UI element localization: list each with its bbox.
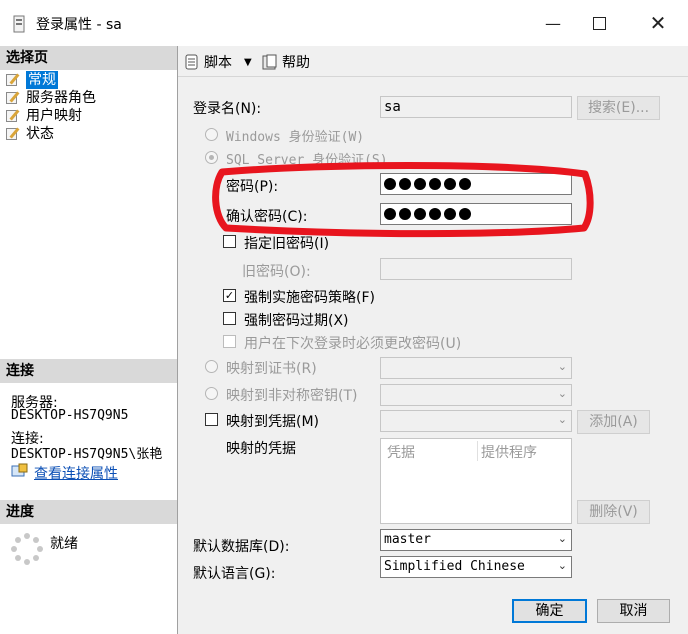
old-password-label: 旧密码(O): <box>242 264 311 280</box>
map-cert-label: 映射到证书(R) <box>226 361 317 377</box>
page-icon <box>6 91 22 105</box>
help-icon <box>262 54 277 70</box>
connection-value: DESKTOP-HS7Q9N5\张艳 <box>11 447 163 462</box>
map-credential-label: 映射到凭据(M) <box>226 414 320 430</box>
windows-auth-label: Windows 身份验证(W) <box>226 130 365 145</box>
search-button[interactable]: 搜索(E)... <box>577 96 660 120</box>
map-cert-radio[interactable] <box>205 360 218 373</box>
select-page-header: 选择页 <box>0 46 177 70</box>
connection-properties-icon <box>11 463 28 477</box>
progress-header: 进度 <box>0 500 177 524</box>
enforce-expiration-checkbox[interactable] <box>223 312 236 325</box>
enforce-policy-checkbox[interactable]: ✓ <box>223 289 236 302</box>
default-db-label: 默认数据库(D): <box>193 539 290 555</box>
window-title: 登录属性 - sa <box>36 17 122 33</box>
server-value: DESKTOP-HS7Q9N5 <box>11 408 129 423</box>
windows-auth-radio[interactable] <box>205 128 218 141</box>
login-name-input[interactable]: sa <box>380 96 572 118</box>
chevron-down-icon: ⌄ <box>557 559 567 572</box>
nav-label: 服务器角色 <box>26 90 96 106</box>
login-name-label: 登录名(N): <box>193 101 262 117</box>
remove-button[interactable]: 删除(V) <box>577 500 650 524</box>
page-icon <box>6 73 22 87</box>
red-highlight-annotation <box>212 162 594 238</box>
connection-header: 连接 <box>0 359 177 383</box>
map-asym-key-label: 映射到非对称密钥(T) <box>226 388 358 404</box>
nav-label: 用户映射 <box>26 108 82 124</box>
checkmark-icon: ✓ <box>224 289 235 302</box>
credentials-list[interactable]: 凭据 提供程序 <box>380 438 572 524</box>
asym-key-combo[interactable]: ⌄ <box>380 384 572 406</box>
credential-combo[interactable]: ⌄ <box>380 410 572 432</box>
cancel-button[interactable]: 取消 <box>597 599 670 623</box>
nav-item-user-mapping[interactable]: 用户映射 <box>6 107 82 125</box>
nav-item-general[interactable]: 常规 <box>6 71 58 89</box>
must-change-checkbox[interactable] <box>223 335 236 348</box>
column-header-provider: 提供程序 <box>481 445 537 461</box>
mapped-credentials-label: 映射的凭据 <box>226 441 296 457</box>
minimize-icon[interactable]: — <box>530 0 576 46</box>
ok-button[interactable]: 确定 <box>512 599 587 623</box>
nav-item-status[interactable]: 状态 <box>6 125 54 143</box>
chevron-down-icon: ⌄ <box>557 360 567 373</box>
toolbar <box>178 46 688 77</box>
default-lang-combo[interactable]: Simplified Chinese ⌄ <box>380 556 572 578</box>
chevron-down-icon: ⌄ <box>557 387 567 400</box>
help-button[interactable]: 帮助 <box>262 52 310 72</box>
default-lang-value: Simplified Chinese <box>384 559 525 574</box>
script-label: 脚本 <box>204 55 232 71</box>
column-divider <box>477 441 478 461</box>
map-asym-key-radio[interactable] <box>205 387 218 400</box>
close-icon[interactable]: ✕ <box>635 0 681 46</box>
add-button[interactable]: 添加(A) <box>577 410 650 434</box>
map-credential-checkbox[interactable] <box>205 413 218 426</box>
title-bar: 登录属性 - sa — ✕ <box>0 0 688 47</box>
script-icon <box>185 54 198 70</box>
cert-combo[interactable]: ⌄ <box>380 357 572 379</box>
script-button[interactable]: 脚本 ▼ <box>184 52 252 72</box>
nav-label: 状态 <box>26 126 54 142</box>
help-label: 帮助 <box>282 55 310 71</box>
default-db-combo[interactable]: master ⌄ <box>380 529 572 551</box>
nav-label: 常规 <box>26 71 58 89</box>
chevron-down-icon: ⌄ <box>557 413 567 426</box>
enforce-expiration-label: 强制密码过期(X) <box>244 313 349 329</box>
view-connection-properties-link[interactable]: 查看连接属性 <box>34 463 118 483</box>
chevron-down-icon[interactable]: ▼ <box>244 57 252 68</box>
must-change-label: 用户在下次登录时必须更改密码(U) <box>244 336 462 352</box>
enforce-policy-label: 强制实施密码策略(F) <box>244 290 375 306</box>
old-password-input[interactable] <box>380 258 572 280</box>
progress-status: 就绪 <box>50 536 78 552</box>
default-db-value: master <box>384 532 431 547</box>
chevron-down-icon: ⌄ <box>557 532 567 545</box>
nav-item-server-roles[interactable]: 服务器角色 <box>6 89 96 107</box>
maximize-icon[interactable] <box>576 0 622 46</box>
progress-spinner-icon <box>11 533 43 565</box>
column-header-credential: 凭据 <box>387 445 415 461</box>
page-icon <box>6 127 22 141</box>
page-icon <box>6 109 22 123</box>
database-icon <box>13 15 25 33</box>
default-lang-label: 默认语言(G): <box>193 566 276 582</box>
